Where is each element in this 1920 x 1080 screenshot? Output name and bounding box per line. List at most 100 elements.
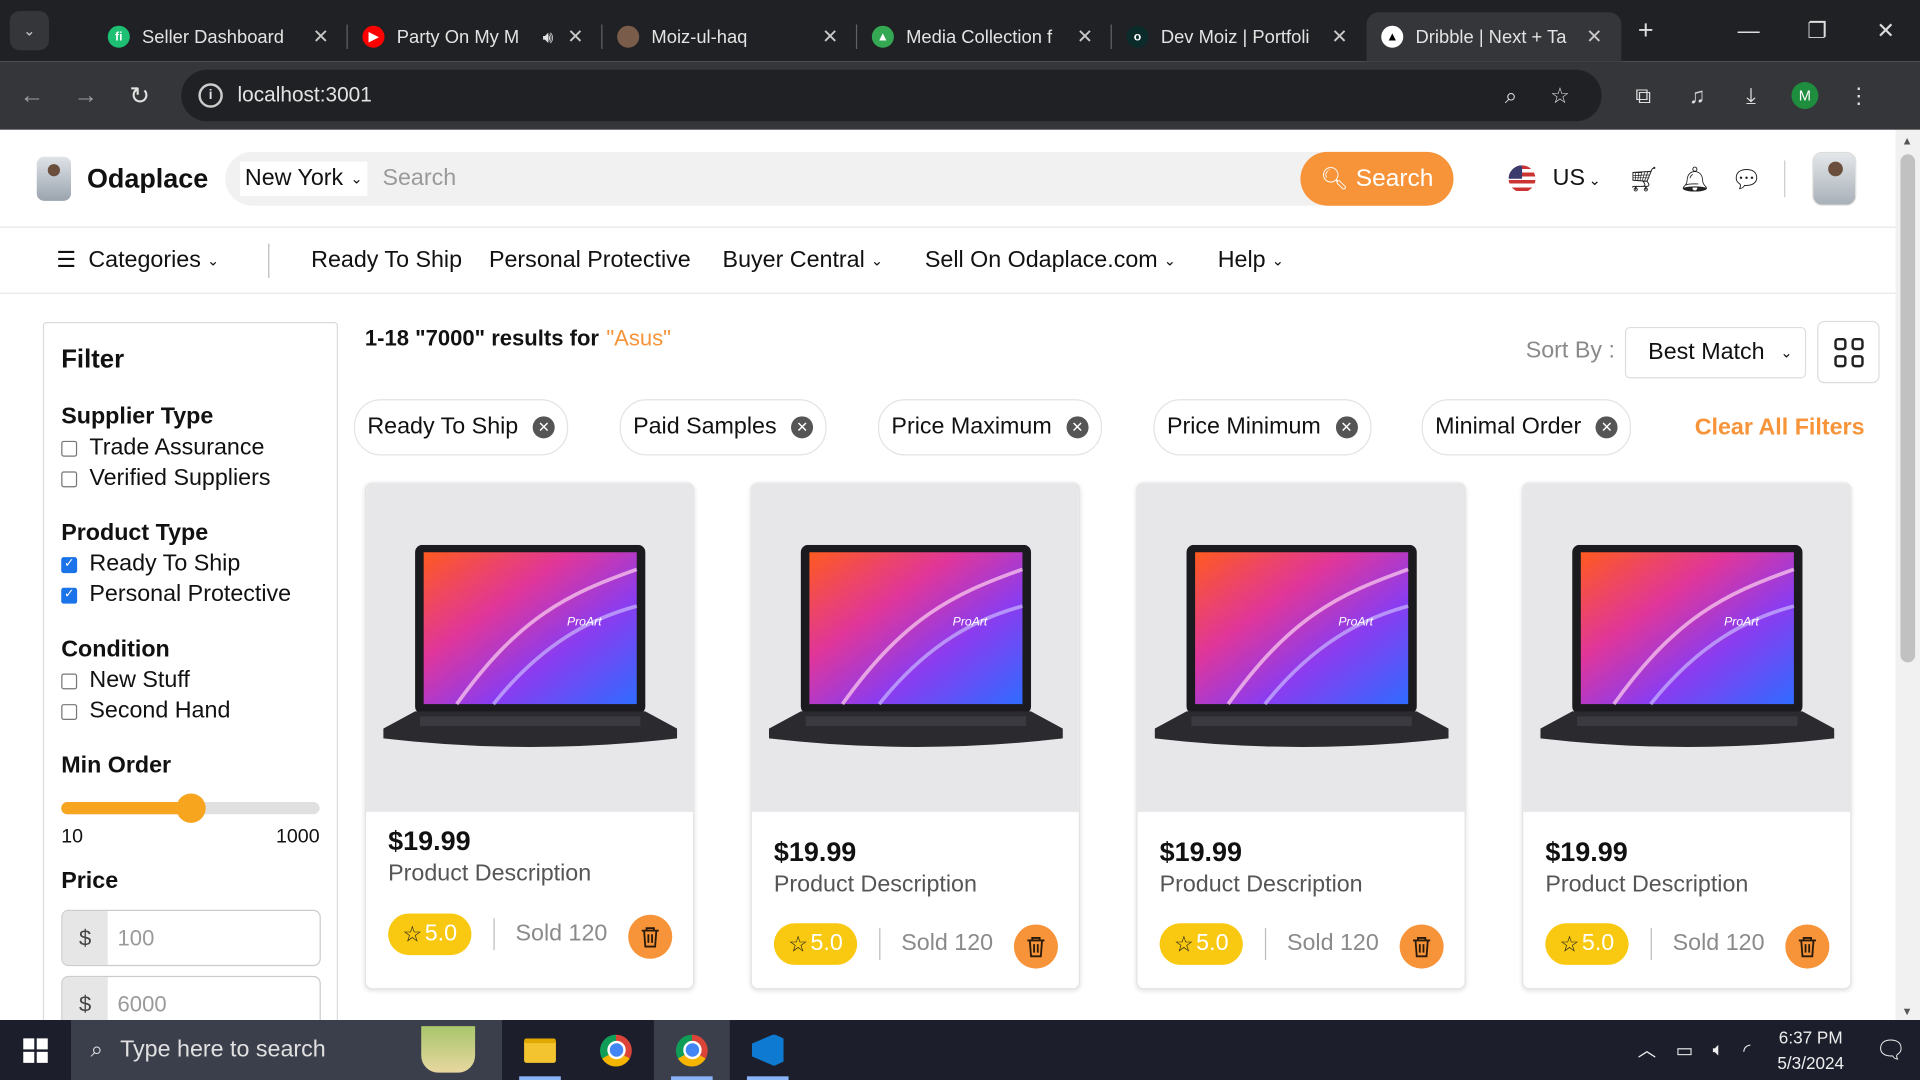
product-card[interactable]: ProArt $19.99 Product Description ☆ 5.0 Sold … bbox=[1136, 482, 1466, 990]
nav-link-buyer-central[interactable]: Buyer Central ⌄ bbox=[723, 247, 884, 274]
product-card[interactable]: ProArt $19.99 Product Description ☆ 5.0 Sold … bbox=[364, 482, 695, 990]
media-control-icon[interactable]: ♫ bbox=[1670, 83, 1724, 109]
profile-avatar[interactable]: M bbox=[1791, 82, 1819, 109]
close-icon[interactable]: ✕ bbox=[1335, 416, 1358, 439]
grid-view-button[interactable] bbox=[1817, 320, 1880, 384]
nav-link-help[interactable]: Help ⌄ bbox=[1218, 247, 1284, 274]
browser-tab[interactable]: ▶ Party On My M 🔊︎ ✕ bbox=[348, 12, 603, 61]
product-image[interactable]: ProArt bbox=[751, 483, 1079, 812]
bell-icon[interactable]: 🔔︎ bbox=[1679, 163, 1710, 194]
chevron-up-icon[interactable]: ︿ bbox=[1638, 1037, 1656, 1063]
delete-button[interactable] bbox=[1785, 924, 1830, 969]
checkbox-checked[interactable]: ✓ bbox=[61, 587, 78, 604]
minimize-icon[interactable]: — bbox=[1714, 18, 1783, 44]
close-window-icon[interactable]: ✕ bbox=[1851, 18, 1920, 44]
start-button[interactable] bbox=[0, 1037, 71, 1063]
close-tab-icon[interactable]: ✕ bbox=[309, 24, 333, 48]
forward-button[interactable]: → bbox=[59, 81, 113, 109]
delete-button[interactable] bbox=[1013, 924, 1058, 969]
battery-icon[interactable]: ▭ bbox=[1676, 1039, 1693, 1061]
nav-link-ready-to-ship[interactable]: Ready To Ship bbox=[311, 247, 462, 274]
filter-chip[interactable]: Price Minimum ✕ bbox=[1153, 399, 1371, 456]
notification-icon[interactable]: 🗨︎ bbox=[1861, 1035, 1920, 1066]
back-button[interactable]: ← bbox=[5, 81, 59, 109]
checkbox-ready-to-ship[interactable]: ✓ Ready To Ship bbox=[61, 551, 319, 578]
download-icon[interactable]: ⤓ bbox=[1724, 83, 1778, 109]
clear-all-filters-link[interactable]: Clear All Filters bbox=[1695, 415, 1865, 442]
close-tab-icon[interactable]: ✕ bbox=[1327, 24, 1351, 48]
scrollbar-thumb[interactable] bbox=[1900, 154, 1916, 663]
filter-chip[interactable]: Minimal Order ✕ bbox=[1421, 399, 1632, 456]
checkbox-checked[interactable]: ✓ bbox=[61, 556, 78, 573]
country-select[interactable]: US ⌄ bbox=[1553, 165, 1601, 192]
browser-tab[interactable]: ▲ Dribble | Next + Ta ✕ bbox=[1366, 12, 1622, 62]
nav-link-personal-protective[interactable]: Personal Protective bbox=[489, 247, 691, 274]
page-scrollbar[interactable]: ▲ ▼ bbox=[1895, 129, 1920, 1021]
logo-image[interactable] bbox=[36, 156, 72, 201]
checkbox-verified-suppliers[interactable]: Verified Suppliers bbox=[61, 465, 319, 492]
url-text[interactable]: localhost:3001 bbox=[238, 83, 1487, 107]
vscode-app[interactable] bbox=[730, 1020, 806, 1080]
brand-name[interactable]: Odaplace bbox=[87, 162, 208, 194]
volume-icon[interactable]: 🔈︎ bbox=[1713, 1040, 1724, 1061]
chrome-app[interactable] bbox=[578, 1020, 654, 1080]
chrome-profile-app[interactable] bbox=[653, 1020, 730, 1080]
checkbox-new-stuff[interactable]: New Stuff bbox=[61, 667, 319, 694]
site-info-icon[interactable]: i bbox=[198, 83, 223, 108]
checkbox-second-hand[interactable]: Second Hand bbox=[61, 698, 319, 725]
new-tab-button[interactable]: + bbox=[1621, 15, 1670, 47]
checkbox[interactable] bbox=[61, 703, 78, 720]
menu-icon[interactable]: ⋮ bbox=[1832, 83, 1886, 109]
browser-tab[interactable]: fi Seller Dashboard ✕ bbox=[93, 12, 348, 61]
filter-chip[interactable]: Paid Samples ✕ bbox=[619, 399, 827, 456]
close-tab-icon[interactable]: ✕ bbox=[818, 24, 842, 48]
tab-search-button[interactable]: ⌄ bbox=[9, 11, 49, 51]
us-flag-icon[interactable] bbox=[1508, 165, 1536, 193]
reload-button[interactable]: ↻ bbox=[113, 80, 167, 111]
filter-chip[interactable]: Ready To Ship ✕ bbox=[353, 399, 569, 456]
checkbox[interactable] bbox=[61, 440, 78, 457]
close-icon[interactable]: ✕ bbox=[532, 416, 555, 439]
clock[interactable]: 6:37 PM 5/3/2024 bbox=[1777, 1024, 1844, 1075]
zoom-icon[interactable]: ⌕ bbox=[1487, 83, 1536, 109]
close-icon[interactable]: ✕ bbox=[1595, 416, 1618, 439]
product-card[interactable]: ProArt $19.99 Product Description ☆ 5.0 Sold … bbox=[1522, 482, 1852, 990]
address-bar[interactable]: i localhost:3001 ⌕ ☆ bbox=[181, 69, 1602, 122]
extensions-icon[interactable]: ⧉ bbox=[1616, 83, 1670, 109]
checkbox[interactable] bbox=[61, 470, 78, 487]
checkbox[interactable] bbox=[61, 672, 78, 689]
product-card[interactable]: ProArt $19.99 Product Description ☆ 5.0 Sold … bbox=[750, 482, 1081, 990]
price-max-field[interactable]: $ 6000 bbox=[61, 975, 321, 1021]
close-icon[interactable]: ✕ bbox=[791, 416, 814, 439]
scroll-up-icon[interactable]: ▲ bbox=[1902, 135, 1913, 147]
product-image[interactable]: ProArt bbox=[366, 483, 694, 812]
bookmark-star-icon[interactable]: ☆ bbox=[1536, 83, 1585, 109]
wifi-icon[interactable]: ◜ bbox=[1743, 1039, 1750, 1061]
search-button[interactable]: 🔍︎ Search bbox=[1300, 151, 1454, 206]
checkbox-trade-assurance[interactable]: Trade Assurance bbox=[61, 435, 319, 462]
cart-icon[interactable]: 🛒︎ bbox=[1628, 163, 1659, 194]
scroll-down-icon[interactable]: ▼ bbox=[1902, 1005, 1913, 1017]
price-min-input[interactable]: 100 bbox=[108, 911, 320, 965]
delete-button[interactable] bbox=[628, 914, 673, 959]
product-image[interactable]: ProArt bbox=[1137, 483, 1465, 812]
sort-select[interactable]: Best Match ⌄ bbox=[1624, 326, 1807, 379]
nav-link-sell[interactable]: Sell On Odaplace.com ⌄ bbox=[925, 247, 1176, 274]
file-explorer-app[interactable] bbox=[502, 1020, 578, 1080]
speaker-icon[interactable]: 🔊︎ bbox=[543, 26, 554, 47]
user-avatar[interactable] bbox=[1812, 151, 1857, 206]
slider-handle[interactable] bbox=[175, 793, 206, 823]
close-tab-icon[interactable]: ✕ bbox=[1073, 24, 1097, 48]
close-tab-icon[interactable]: ✕ bbox=[563, 24, 587, 48]
message-icon[interactable]: 💬︎ bbox=[1731, 163, 1762, 194]
browser-tab[interactable]: o Dev Moiz | Portfoli ✕ bbox=[1112, 12, 1367, 61]
browser-tab[interactable]: ▲ Media Collection f ✕ bbox=[857, 12, 1112, 61]
close-icon[interactable]: ✕ bbox=[1066, 416, 1089, 439]
restore-icon[interactable]: ❐ bbox=[1783, 18, 1852, 44]
taskbar-search[interactable]: ⌕ Type here to search bbox=[71, 1020, 503, 1080]
min-order-slider[interactable] bbox=[61, 793, 320, 823]
product-image[interactable]: ProArt bbox=[1523, 483, 1851, 812]
close-tab-icon[interactable]: ✕ bbox=[1582, 24, 1606, 48]
location-select[interactable]: New York ⌄ bbox=[240, 161, 368, 196]
browser-tab[interactable]: Moiz-ul-haq ✕ bbox=[602, 12, 858, 61]
